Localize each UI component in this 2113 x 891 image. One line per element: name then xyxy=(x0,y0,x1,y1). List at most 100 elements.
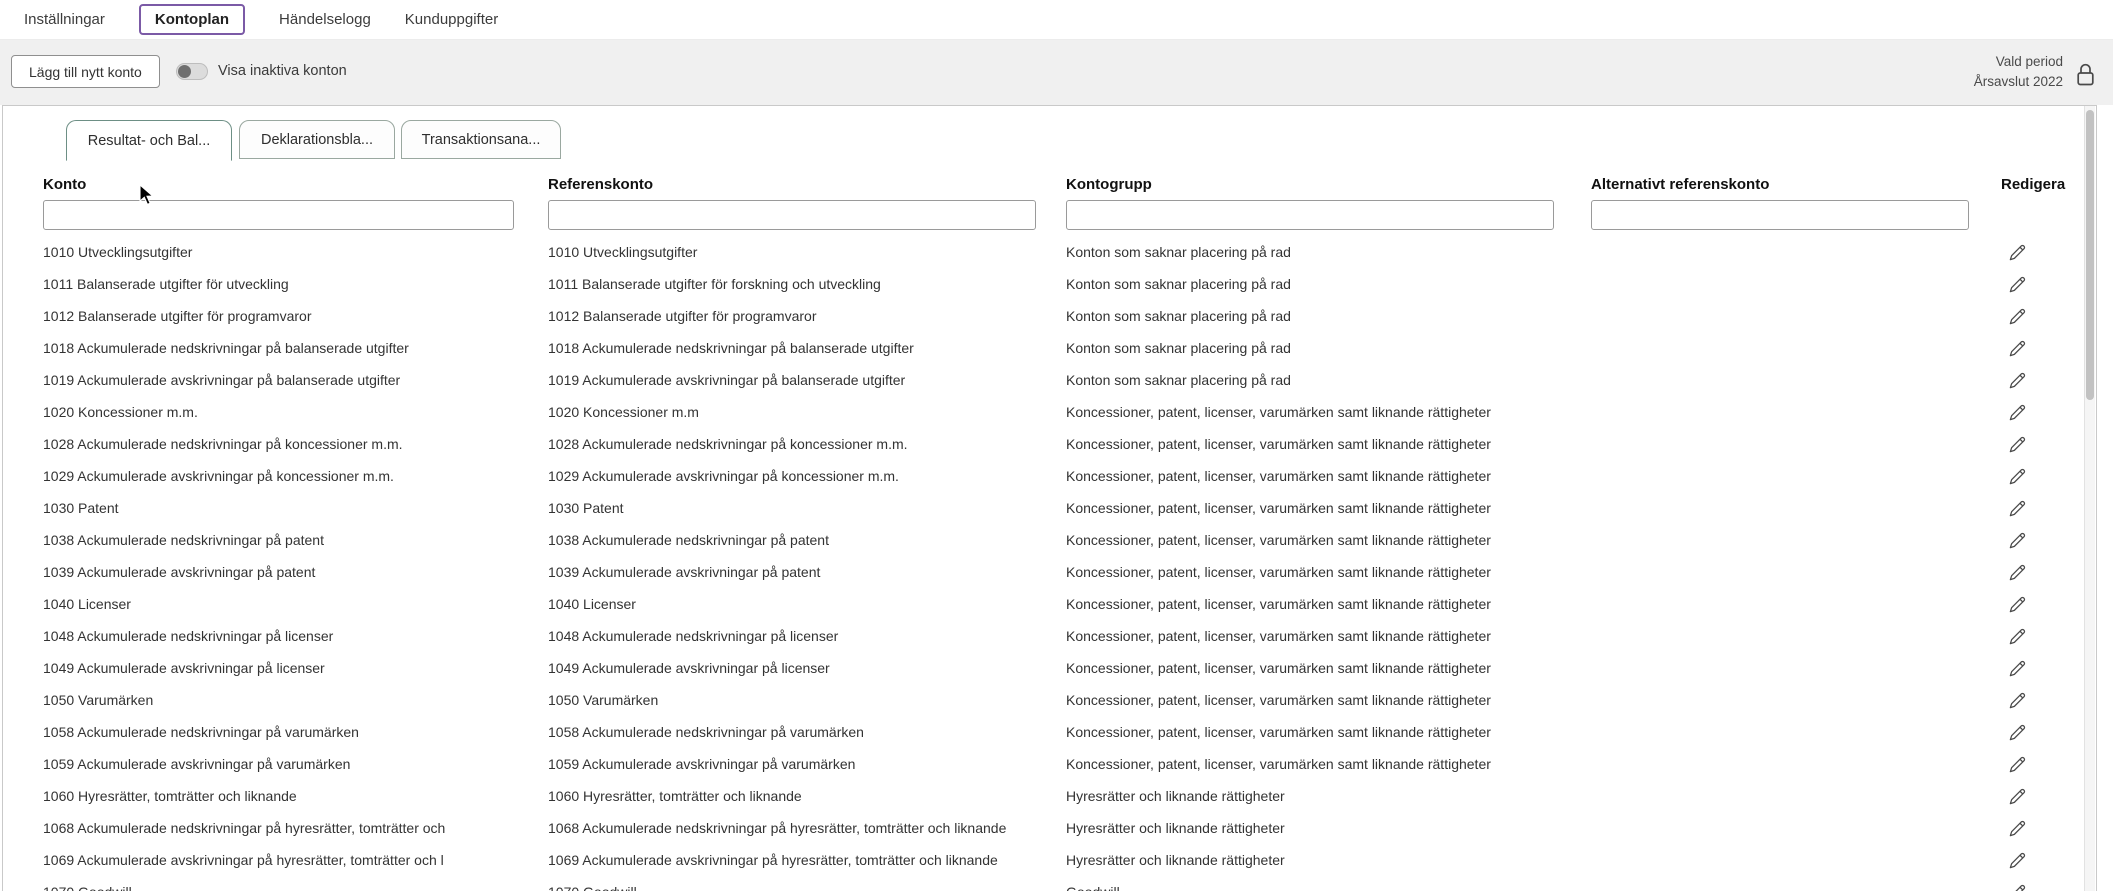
pencil-icon xyxy=(2007,882,2028,891)
cell-referenskonto: 1028 Ackumulerade nedskrivningar på konc… xyxy=(548,436,1066,452)
table-row: 1038 Ackumulerade nedskrivningar på pate… xyxy=(3,524,2082,556)
filter-input-alt-referenskonto[interactable] xyxy=(1591,200,1969,230)
table-row: 1049 Ackumulerade avskrivningar på licen… xyxy=(3,652,2082,684)
cell-konto: 1059 Ackumulerade avskrivningar på varum… xyxy=(43,756,548,772)
cell-konto: 1030 Patent xyxy=(43,500,548,516)
edit-row-button[interactable] xyxy=(2007,274,2028,295)
cell-referenskonto: 1010 Utvecklingsutgifter xyxy=(548,244,1066,260)
cell-kontogrupp: Konton som saknar placering på rad xyxy=(1066,372,1591,388)
cell-referenskonto: 1018 Ackumulerade nedskrivningar på bala… xyxy=(548,340,1066,356)
pencil-icon xyxy=(2007,370,2028,391)
pencil-icon xyxy=(2007,754,2028,775)
nav-item-kunduppgifter[interactable]: Kunduppgifter xyxy=(405,11,498,28)
edit-row-button[interactable] xyxy=(2007,498,2028,519)
cell-konto: 1018 Ackumulerade nedskrivningar på bala… xyxy=(43,340,548,356)
cell-kontogrupp: Koncessioner, patent, licenser, varumärk… xyxy=(1066,724,1591,740)
cell-kontogrupp: Konton som saknar placering på rad xyxy=(1066,340,1591,356)
cell-kontogrupp: Koncessioner, patent, licenser, varumärk… xyxy=(1066,660,1591,676)
cell-kontogrupp: Koncessioner, patent, licenser, varumärk… xyxy=(1066,468,1591,484)
filter-input-referenskonto[interactable] xyxy=(548,200,1036,230)
edit-row-button[interactable] xyxy=(2007,370,2028,391)
table-row: 1068 Ackumulerade nedskrivningar på hyre… xyxy=(3,812,2082,844)
edit-row-button[interactable] xyxy=(2007,626,2028,647)
table-row: 1058 Ackumulerade nedskrivningar på varu… xyxy=(3,716,2082,748)
toolbar: Lägg till nytt konto Visa inaktiva konto… xyxy=(0,40,2113,105)
cell-referenskonto: 1012 Balanserade utgifter för programvar… xyxy=(548,308,1066,324)
cell-konto: 1029 Ackumulerade avskrivningar på konce… xyxy=(43,468,548,484)
cell-referenskonto: 1040 Licenser xyxy=(548,596,1066,612)
edit-row-button[interactable] xyxy=(2007,882,2028,891)
cell-kontogrupp: Konton som saknar placering på rad xyxy=(1066,308,1591,324)
cell-referenskonto: 1050 Varumärken xyxy=(548,692,1066,708)
cell-kontogrupp: Koncessioner, patent, licenser, varumärk… xyxy=(1066,532,1591,548)
tab-resultat-och-balans[interactable]: Resultat- och Bal... xyxy=(66,120,232,161)
cell-referenskonto: 1030 Patent xyxy=(548,500,1066,516)
cell-kontogrupp: Konton som saknar placering på rad xyxy=(1066,244,1591,260)
inactive-accounts-toggle[interactable] xyxy=(176,63,208,80)
filter-input-kontogrupp[interactable] xyxy=(1066,200,1554,230)
toggle-label: Visa inaktiva konton xyxy=(218,63,347,79)
cell-konto: 1028 Ackumulerade nedskrivningar på konc… xyxy=(43,436,548,452)
cell-kontogrupp: Koncessioner, patent, licenser, varumärk… xyxy=(1066,692,1591,708)
vertical-scrollbar[interactable] xyxy=(2084,106,2095,891)
cell-referenskonto: 1011 Balanserade utgifter för forskning … xyxy=(548,276,1066,292)
edit-row-button[interactable] xyxy=(2007,242,2028,263)
column-header-alt-referenskonto: Alternativt referenskonto xyxy=(1591,176,1769,193)
table-row: 1018 Ackumulerade nedskrivningar på bala… xyxy=(3,332,2082,364)
add-account-button[interactable]: Lägg till nytt konto xyxy=(11,55,160,88)
cell-kontogrupp: Koncessioner, patent, licenser, varumärk… xyxy=(1066,436,1591,452)
cell-kontogrupp: Goodwill xyxy=(1066,884,1591,891)
pencil-icon xyxy=(2007,434,2028,455)
edit-row-button[interactable] xyxy=(2007,818,2028,839)
cell-konto: 1011 Balanserade utgifter för utveckling xyxy=(43,276,548,292)
edit-row-button[interactable] xyxy=(2007,594,2028,615)
account-rows: 1010 Utvecklingsutgifter 1010 Utveckling… xyxy=(3,236,2082,891)
edit-row-button[interactable] xyxy=(2007,690,2028,711)
nav-item-kontoplan[interactable]: Kontoplan xyxy=(139,4,245,35)
edit-row-button[interactable] xyxy=(2007,338,2028,359)
table-row: 1030 Patent 1030 Patent Koncessioner, pa… xyxy=(3,492,2082,524)
column-header-redigera: Redigera xyxy=(2001,176,2065,193)
table-row: 1048 Ackumulerade nedskrivningar på lice… xyxy=(3,620,2082,652)
edit-row-button[interactable] xyxy=(2007,530,2028,551)
table-row: 1039 Ackumulerade avskrivningar på paten… xyxy=(3,556,2082,588)
edit-row-button[interactable] xyxy=(2007,722,2028,743)
cell-kontogrupp: Koncessioner, patent, licenser, varumärk… xyxy=(1066,564,1591,580)
edit-row-button[interactable] xyxy=(2007,402,2028,423)
column-header-referenskonto: Referenskonto xyxy=(548,176,653,193)
edit-row-button[interactable] xyxy=(2007,786,2028,807)
cell-konto: 1048 Ackumulerade nedskrivningar på lice… xyxy=(43,628,548,644)
cell-referenskonto: 1038 Ackumulerade nedskrivningar på pate… xyxy=(548,532,1066,548)
cell-referenskonto: 1019 Ackumulerade avskrivningar på balan… xyxy=(548,372,1066,388)
column-header-konto: Konto xyxy=(43,176,86,193)
cell-referenskonto: 1048 Ackumulerade nedskrivningar på lice… xyxy=(548,628,1066,644)
edit-row-button[interactable] xyxy=(2007,562,2028,583)
period-label: Vald period xyxy=(1974,52,2063,72)
edit-row-button[interactable] xyxy=(2007,466,2028,487)
pencil-icon xyxy=(2007,818,2028,839)
cell-kontogrupp: Koncessioner, patent, licenser, varumärk… xyxy=(1066,596,1591,612)
tab-deklarationsblanketter[interactable]: Deklarationsbla... xyxy=(239,120,395,159)
pencil-icon xyxy=(2007,242,2028,263)
cell-kontogrupp: Koncessioner, patent, licenser, varumärk… xyxy=(1066,500,1591,516)
cell-konto: 1058 Ackumulerade nedskrivningar på varu… xyxy=(43,724,548,740)
pencil-icon xyxy=(2007,658,2028,679)
nav-item-installningar[interactable]: Inställningar xyxy=(24,11,105,28)
cell-kontogrupp: Koncessioner, patent, licenser, varumärk… xyxy=(1066,404,1591,420)
edit-row-button[interactable] xyxy=(2007,754,2028,775)
cell-konto: 1012 Balanserade utgifter för programvar… xyxy=(43,308,548,324)
scrollbar-thumb[interactable] xyxy=(2086,110,2094,400)
nav-item-handelselogg[interactable]: Händelselogg xyxy=(279,11,371,28)
cell-konto: 1068 Ackumulerade nedskrivningar på hyre… xyxy=(43,820,548,836)
tab-transaktionsanalys[interactable]: Transaktionsana... xyxy=(401,120,561,159)
pencil-icon xyxy=(2007,690,2028,711)
edit-row-button[interactable] xyxy=(2007,850,2028,871)
edit-row-button[interactable] xyxy=(2007,306,2028,327)
table-row: 1029 Ackumulerade avskrivningar på konce… xyxy=(3,460,2082,492)
filter-input-konto[interactable] xyxy=(43,200,514,230)
cell-referenskonto: 1069 Ackumulerade avskrivningar på hyres… xyxy=(548,852,1066,868)
pencil-icon xyxy=(2007,562,2028,583)
cell-referenskonto: 1059 Ackumulerade avskrivningar på varum… xyxy=(548,756,1066,772)
edit-row-button[interactable] xyxy=(2007,658,2028,679)
edit-row-button[interactable] xyxy=(2007,434,2028,455)
